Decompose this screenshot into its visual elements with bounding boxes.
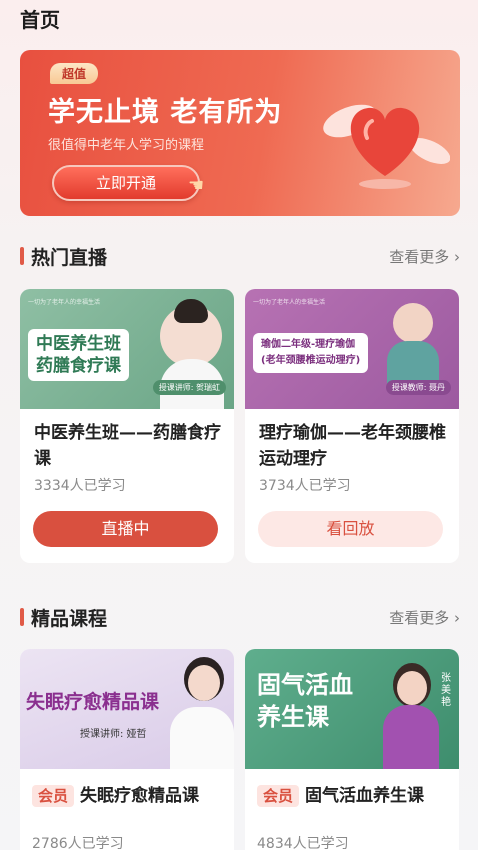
premium-section-title: 精品课程 [31, 608, 108, 630]
thumb-teacher: 授课教师: 聂丹 [385, 380, 451, 395]
live-section-title: 热门直播 [31, 247, 108, 269]
course-title: 中医养生班——药膳食疗课 [34, 423, 221, 469]
teacher-name: 张美艳 [441, 673, 451, 708]
course-thumbnail: 一切为了老年人的幸福生活 瑜伽二年级-理疗瑜伽 (老年颈腰椎运动理疗) 授课教师… [245, 289, 459, 409]
premium-card[interactable]: 失眠疗愈精品课 授课讲师: 娅哲 会员 失眠疗愈精品课 2786人已学习 [20, 649, 234, 850]
thumb-title-line: 药膳食疗课 [36, 356, 121, 376]
course-title: 理疗瑜伽——老年颈腰椎运动理疗 [259, 423, 446, 469]
teacher-photo [393, 303, 433, 343]
chevron-right-icon: › [449, 609, 460, 627]
thumb-teacher: 授课讲师: 贺瑞虹 [152, 380, 226, 395]
teacher-photo [397, 671, 427, 705]
banner-subline: 很值得中老年人学习的课程 [48, 138, 205, 153]
teacher-hair [174, 299, 208, 323]
course-thumbnail: 固气活血 养生课 张美艳 [245, 649, 459, 769]
teacher-photo [188, 665, 220, 701]
premium-section-header: 精品课程 查看更多 › [20, 604, 460, 630]
chevron-right-icon: › [449, 248, 460, 266]
section-bar [20, 247, 24, 265]
live-card[interactable]: 一切为了老年人的幸福生活 瑜伽二年级-理疗瑜伽 (老年颈腰椎运动理疗) 授课教师… [245, 289, 459, 563]
replay-button[interactable]: 看回放 [258, 511, 443, 547]
vip-tag: 会员 [32, 785, 75, 807]
teacher-outfit [170, 707, 234, 769]
course-title: 会员 失眠疗愈精品课 [32, 781, 199, 807]
learner-count: 4834人已学习 [257, 836, 349, 850]
premium-more-link[interactable]: 查看更多 › [389, 607, 460, 628]
learner-count: 3734人已学习 [259, 478, 351, 494]
course-thumbnail: 一切为了老年人的幸福生活 中医养生班 药膳食疗课 授课讲师: 贺瑞虹 [20, 289, 234, 409]
hand-pointer-icon: ☚ [188, 175, 205, 196]
page-title: 首页 [20, 8, 60, 32]
teacher-outfit [383, 705, 439, 769]
thumb-title: 失眠疗愈精品课 [26, 691, 160, 713]
vip-tag: 会员 [257, 785, 300, 807]
thumb-title-line: 瑜伽二年级-理疗瑜伽 [261, 339, 356, 350]
section-bar [20, 608, 24, 626]
thumb-title: 固气活血 养生课 [257, 671, 353, 731]
premium-card[interactable]: 固气活血 养生课 张美艳 会员 固气活血养生课 4834人已学习 [245, 649, 459, 850]
learner-count: 2786人已学习 [32, 836, 124, 850]
live-card[interactable]: 一切为了老年人的幸福生活 中医养生班 药膳食疗课 授课讲师: 贺瑞虹 中医养生班… [20, 289, 234, 563]
thumb-title-line: (老年颈腰椎运动理疗) [261, 355, 361, 366]
open-membership-button[interactable]: 立即开通 [52, 165, 200, 201]
promo-banner[interactable]: 超值 学无止境 老有所为 很值得中老年人学习的课程 立即开通 ☚ [20, 50, 460, 216]
live-section-header: 热门直播 查看更多 › [20, 243, 460, 269]
banner-headline: 学无止境 老有所为 [48, 97, 283, 128]
thumb-title-line: 中医养生班 [36, 334, 121, 354]
thumb-teacher: 授课讲师: 娅哲 [80, 729, 147, 740]
live-now-button[interactable]: 直播中 [33, 511, 218, 547]
course-title: 会员 固气活血养生课 [257, 781, 424, 807]
live-more-link[interactable]: 查看更多 › [389, 246, 460, 267]
course-thumbnail: 失眠疗愈精品课 授课讲师: 娅哲 [20, 649, 234, 769]
learner-count: 3334人已学习 [34, 478, 126, 494]
banner-badge: 超值 [50, 63, 99, 84]
heart-icon [323, 104, 450, 189]
